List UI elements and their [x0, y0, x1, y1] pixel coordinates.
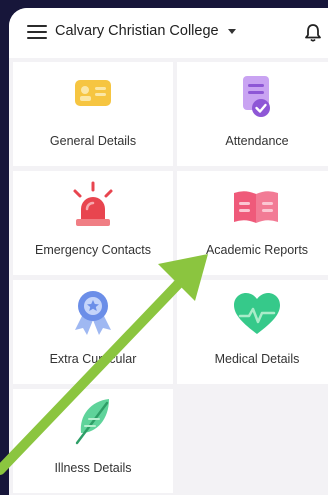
school-selector[interactable]: Calvary Christian College	[55, 23, 219, 39]
feather-icon	[75, 399, 109, 445]
tile-label: Academic Reports	[205, 243, 309, 257]
app-screen: Calvary Christian College General Detail…	[9, 8, 328, 495]
bell-icon[interactable]	[304, 23, 322, 43]
clipboard-check-icon	[243, 76, 270, 117]
id-card-icon	[75, 80, 111, 106]
tile-illness-details[interactable]: Illness Details	[13, 389, 173, 493]
siren-alarm-icon	[73, 181, 113, 226]
tile-academic-reports[interactable]: Academic Reports	[177, 171, 328, 275]
tile-label: General Details	[49, 134, 137, 148]
tile-label: Extra Curricular	[49, 352, 137, 366]
tile-label: Attendance	[225, 134, 289, 148]
open-book-icon	[234, 191, 278, 223]
hamburger-menu-icon[interactable]	[27, 25, 47, 41]
tile-emergency-contacts[interactable]: Emergency Contacts	[13, 171, 173, 275]
tile-attendance[interactable]: Attendance	[177, 62, 328, 166]
tile-general-details[interactable]: General Details	[13, 62, 173, 166]
app-header: Calvary Christian College	[9, 8, 328, 58]
award-ribbon-icon	[75, 291, 111, 335]
tile-label: Illness Details	[54, 461, 132, 475]
heart-icon	[234, 293, 280, 334]
caret-down-icon[interactable]	[228, 29, 236, 34]
tile-medical-details[interactable]: Medical Details	[177, 280, 328, 384]
tile-extra-curricular[interactable]: Extra Curricular	[13, 280, 173, 384]
tile-label: Medical Details	[214, 352, 300, 366]
tile-label: Emergency Contacts	[34, 243, 152, 257]
